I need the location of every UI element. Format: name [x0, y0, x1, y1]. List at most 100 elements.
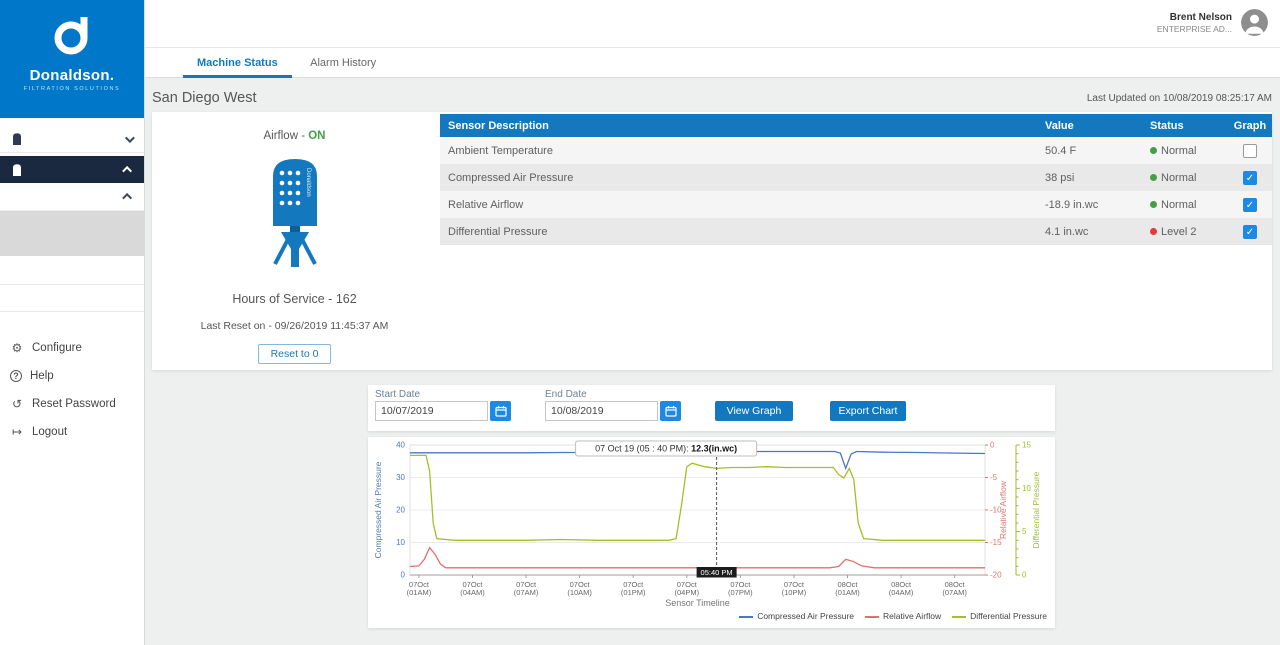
sensor-value: -18.9 in.wc: [1045, 199, 1150, 211]
svg-text:Relative Airflow: Relative Airflow: [998, 480, 1008, 539]
sensor-description: Compressed Air Pressure: [440, 172, 1045, 184]
svg-text:(01AM): (01AM): [407, 588, 432, 597]
export-chart-button[interactable]: Export Chart: [830, 401, 906, 421]
svg-text:0: 0: [1022, 571, 1027, 580]
sensor-table: Sensor DescriptionValueStatusGraph Ambie…: [440, 114, 1272, 245]
sensor-value: 38 psi: [1045, 172, 1150, 184]
chevron-up-icon: [122, 166, 132, 176]
sidebar-menu: ⚙Configure?Help↺Reset Password↦Logout: [0, 334, 144, 446]
status-label: Normal: [1161, 199, 1196, 211]
last-updated: Last Updated on 10/08/2019 08:25:17 AM: [1087, 93, 1272, 104]
graph-checkbox[interactable]: ✓: [1243, 225, 1257, 239]
svg-text:(04AM): (04AM): [460, 588, 485, 597]
last-reset-on: Last Reset on - 09/26/2019 11:45:37 AM: [152, 320, 437, 332]
table-row: Compressed Air Pressure38 psi Normal ✓: [440, 164, 1272, 191]
tab-alarm-history[interactable]: Alarm History: [296, 48, 390, 75]
table-header-row: Sensor DescriptionValueStatusGraph: [440, 114, 1272, 137]
brand-logo-block: Donaldson. FILTRATION SOLUTIONS: [0, 0, 144, 118]
chart-card: 403020100Compressed Air Pressure0-5-10-1…: [368, 437, 1055, 628]
sensor-value: 4.1 in.wc: [1045, 226, 1150, 238]
sensor-status: Normal: [1150, 199, 1228, 211]
sidebar-item-label: Reset Password: [32, 398, 116, 410]
airflow-state: ON: [308, 130, 325, 142]
user-block[interactable]: Brent Nelson ENTERPRISE AD...: [1157, 9, 1268, 36]
svg-text:20: 20: [396, 506, 405, 515]
status-label: Normal: [1161, 172, 1196, 184]
table-row: Relative Airflow-18.9 in.wcNormal✓: [440, 191, 1272, 218]
table-row: Ambient Temperature50.4 FNormal: [440, 137, 1272, 164]
app-root: Donaldson. FILTRATION SOLUTIONS ⚙Configu…: [0, 0, 1280, 645]
view-graph-button[interactable]: View Graph: [715, 401, 793, 421]
graph-cell: [1228, 144, 1272, 158]
sidebar-item-help[interactable]: ?Help: [0, 362, 144, 390]
gear-icon: ⚙: [10, 341, 24, 355]
avatar[interactable]: [1241, 9, 1268, 36]
svg-text:30: 30: [396, 473, 405, 482]
user-role: ENTERPRISE AD...: [1157, 24, 1232, 34]
sidebar-list-item[interactable]: [0, 285, 144, 312]
status-dot-icon: [1150, 201, 1157, 208]
donaldson-logo-icon: [47, 10, 97, 60]
sidebar-item-reset-password[interactable]: ↺Reset Password: [0, 390, 144, 418]
svg-text:-5: -5: [990, 473, 998, 482]
machine-panel: Airflow - ON Donaldson Hours of Service …: [152, 112, 437, 370]
reset-to-zero-button[interactable]: Reset to 0: [258, 344, 332, 364]
sidebar-selected-machine[interactable]: [0, 211, 144, 256]
legend-dash-icon: [739, 616, 753, 618]
start-date-calendar-button[interactable]: [490, 401, 511, 421]
legend-item[interactable]: Relative Airflow: [865, 611, 941, 621]
date-controls-card: Start Date End Date Vi: [368, 385, 1055, 431]
sidebar-item-logout[interactable]: ↦Logout: [0, 418, 144, 446]
sidebar-item-machines-collapsed[interactable]: [0, 126, 144, 153]
svg-text:Differential Pressure: Differential Pressure: [1031, 471, 1041, 548]
end-date-calendar-button[interactable]: [660, 401, 681, 421]
status-dot-icon: [1150, 147, 1157, 154]
chevron-down-icon: [125, 133, 135, 143]
logout-icon: ↦: [10, 425, 24, 439]
legend-item[interactable]: Differential Pressure: [952, 611, 1047, 621]
end-date-input[interactable]: [545, 401, 658, 421]
column-header: Status: [1150, 120, 1228, 132]
hours-of-service: Hours of Service - 162: [152, 292, 437, 306]
start-date-input[interactable]: [375, 401, 488, 421]
svg-text:-20: -20: [990, 571, 1002, 580]
airflow-label: Airflow -: [264, 130, 309, 142]
sidebar-item-label: Help: [30, 370, 54, 382]
svg-text:40: 40: [396, 441, 405, 450]
svg-text:(01AM): (01AM): [835, 588, 860, 597]
user-name: Brent Nelson: [1157, 12, 1232, 23]
sidebar-item-sublocation-expanded[interactable]: [0, 183, 144, 211]
page-title: San Diego West: [152, 90, 257, 106]
status-label: Normal: [1161, 145, 1196, 157]
sensor-description: Differential Pressure: [440, 226, 1045, 238]
svg-text:Compressed Air Pressure: Compressed Air Pressure: [373, 461, 383, 558]
graph-cell: ✓: [1228, 225, 1272, 239]
svg-text:(10PM): (10PM): [782, 588, 807, 597]
legend-dash-icon: [952, 616, 966, 618]
end-date-label: End Date: [545, 389, 587, 400]
table-row: Differential Pressure4.1 in.wc Level 2 ✓: [440, 218, 1272, 245]
sidebar-item-machines-expanded[interactable]: [0, 156, 144, 183]
svg-text:0: 0: [990, 441, 995, 450]
status-label: Level 2: [1161, 226, 1196, 238]
graph-checkbox[interactable]: [1243, 144, 1257, 158]
sidebar-list-item[interactable]: [0, 256, 144, 285]
svg-text:Sensor Timeline: Sensor Timeline: [665, 598, 730, 608]
svg-text:07 Oct 19 (05 : 40 PM): 12.3(i: 07 Oct 19 (05 : 40 PM): 12.3(in.wc): [595, 444, 737, 454]
svg-text:0: 0: [401, 571, 406, 580]
calendar-icon: [495, 405, 507, 417]
tab-machine-status[interactable]: Machine Status: [183, 48, 292, 78]
sidebar-item-configure[interactable]: ⚙Configure: [0, 334, 144, 362]
sensor-chart[interactable]: 403020100Compressed Air Pressure0-5-10-1…: [368, 437, 1055, 609]
collector-brand-label: Donaldson: [305, 168, 311, 197]
brand-name: Donaldson.: [0, 67, 144, 84]
sensor-status: Level 2: [1150, 226, 1228, 238]
legend-dash-icon: [865, 616, 879, 618]
sidebar: Donaldson. FILTRATION SOLUTIONS ⚙Configu…: [0, 0, 145, 645]
graph-checkbox[interactable]: ✓: [1243, 171, 1257, 185]
graph-checkbox[interactable]: ✓: [1243, 198, 1257, 212]
legend-item[interactable]: Compressed Air Pressure: [739, 611, 854, 621]
svg-text:(04PM): (04PM): [674, 588, 699, 597]
svg-text:(07PM): (07PM): [728, 588, 753, 597]
legend-label: Relative Airflow: [883, 611, 941, 621]
